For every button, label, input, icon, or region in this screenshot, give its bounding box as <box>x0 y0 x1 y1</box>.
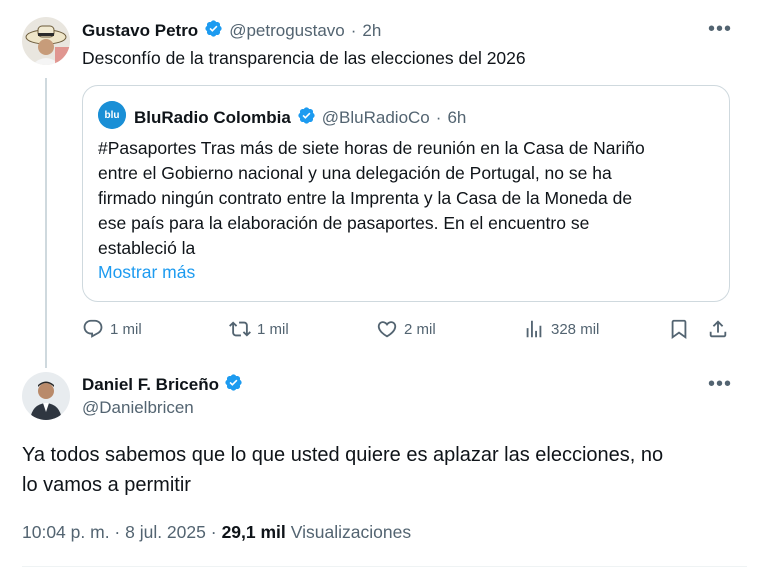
like-icon <box>376 318 398 340</box>
avatar-gustavo-petro[interactable] <box>22 17 70 65</box>
thread-connector-line <box>45 78 47 368</box>
repost-icon <box>229 318 251 340</box>
quoted-text-line: estableció la <box>98 238 196 258</box>
quoted-tweet-header: BluRadio Colombia @BluRadioCo · 6h <box>134 106 466 130</box>
views-count: 328 mil <box>551 320 600 338</box>
reply-count: 1 mil <box>110 320 142 338</box>
reply-timestamp[interactable]: 10:04 p. m. · 8 jul. 2025 · <box>22 522 217 543</box>
original-handle[interactable]: @petrogustavo <box>229 21 345 41</box>
quoted-text-line: #Pasaportes Tras más de siete horas de r… <box>98 138 645 158</box>
quoted-time: 6h <box>447 108 467 127</box>
repost-count: 1 mil <box>257 320 289 338</box>
reply-tweet-text: Ya todos sabemos que lo que usted quiere… <box>22 440 752 500</box>
reply-views-label: Visualizaciones <box>290 522 412 542</box>
quoted-tweet-text: #Pasaportes Tras más de siete horas de r… <box>98 136 718 261</box>
blu-logo-text: blu <box>105 110 120 121</box>
bookmark-button[interactable] <box>668 318 690 340</box>
quoted-author-name: BluRadio Colombia <box>134 108 291 127</box>
original-time[interactable]: 2h <box>362 21 381 41</box>
reply-text-line: lo vamos a permitir <box>22 474 191 496</box>
more-icon[interactable]: ••• <box>708 374 732 394</box>
reply-icon <box>82 318 104 340</box>
reply-text-line: Ya todos sabemos que lo que usted quiere… <box>22 444 664 466</box>
views-icon <box>523 318 545 340</box>
quoted-handle: @BluRadioCo <box>321 108 430 127</box>
show-more-link[interactable]: Mostrar más <box>98 262 195 283</box>
bookmark-icon <box>668 318 690 340</box>
reply-author-name[interactable]: Daniel F. Briceño <box>82 375 219 395</box>
bottom-divider <box>22 566 747 567</box>
quoted-text-line: ese país para la elaboración de pasaport… <box>98 213 590 233</box>
views-button[interactable]: 328 mil <box>523 318 599 340</box>
original-tweet-text: Desconfío de la transparencia de las ele… <box>82 48 526 68</box>
avatar-bluradio[interactable]: blu <box>98 101 126 129</box>
share-icon <box>707 318 729 340</box>
verified-badge-icon <box>224 373 243 397</box>
separator-dot: · <box>350 21 357 40</box>
repost-button[interactable]: 1 mil <box>229 318 289 340</box>
quoted-text-line: entre el Gobierno nacional y una delegac… <box>98 163 612 183</box>
reply-handle[interactable]: @Danielbricen <box>82 398 194 418</box>
separator-dot: · <box>435 108 442 127</box>
original-author-name[interactable]: Gustavo Petro <box>82 21 198 41</box>
reply-meta: 10:04 p. m. · 8 jul. 2025 · 29,1 mil Vis… <box>22 522 411 543</box>
share-button[interactable] <box>707 318 729 340</box>
verified-badge-icon <box>297 106 316 130</box>
reply-views-count: 29,1 mil <box>221 522 286 542</box>
reply-tweet-header: Daniel F. Briceño <box>82 373 243 397</box>
more-icon[interactable]: ••• <box>708 19 732 39</box>
reply-button[interactable]: 1 mil <box>82 318 142 340</box>
avatar-daniel-briceno[interactable] <box>22 372 70 420</box>
quoted-text-line: firmado ningún contrato entre la Imprent… <box>98 188 633 208</box>
like-count: 2 mil <box>404 320 436 338</box>
like-button[interactable]: 2 mil <box>376 318 436 340</box>
verified-badge-icon <box>204 19 223 43</box>
original-tweet-header: Gustavo Petro @petrogustavo · 2h <box>82 19 381 43</box>
